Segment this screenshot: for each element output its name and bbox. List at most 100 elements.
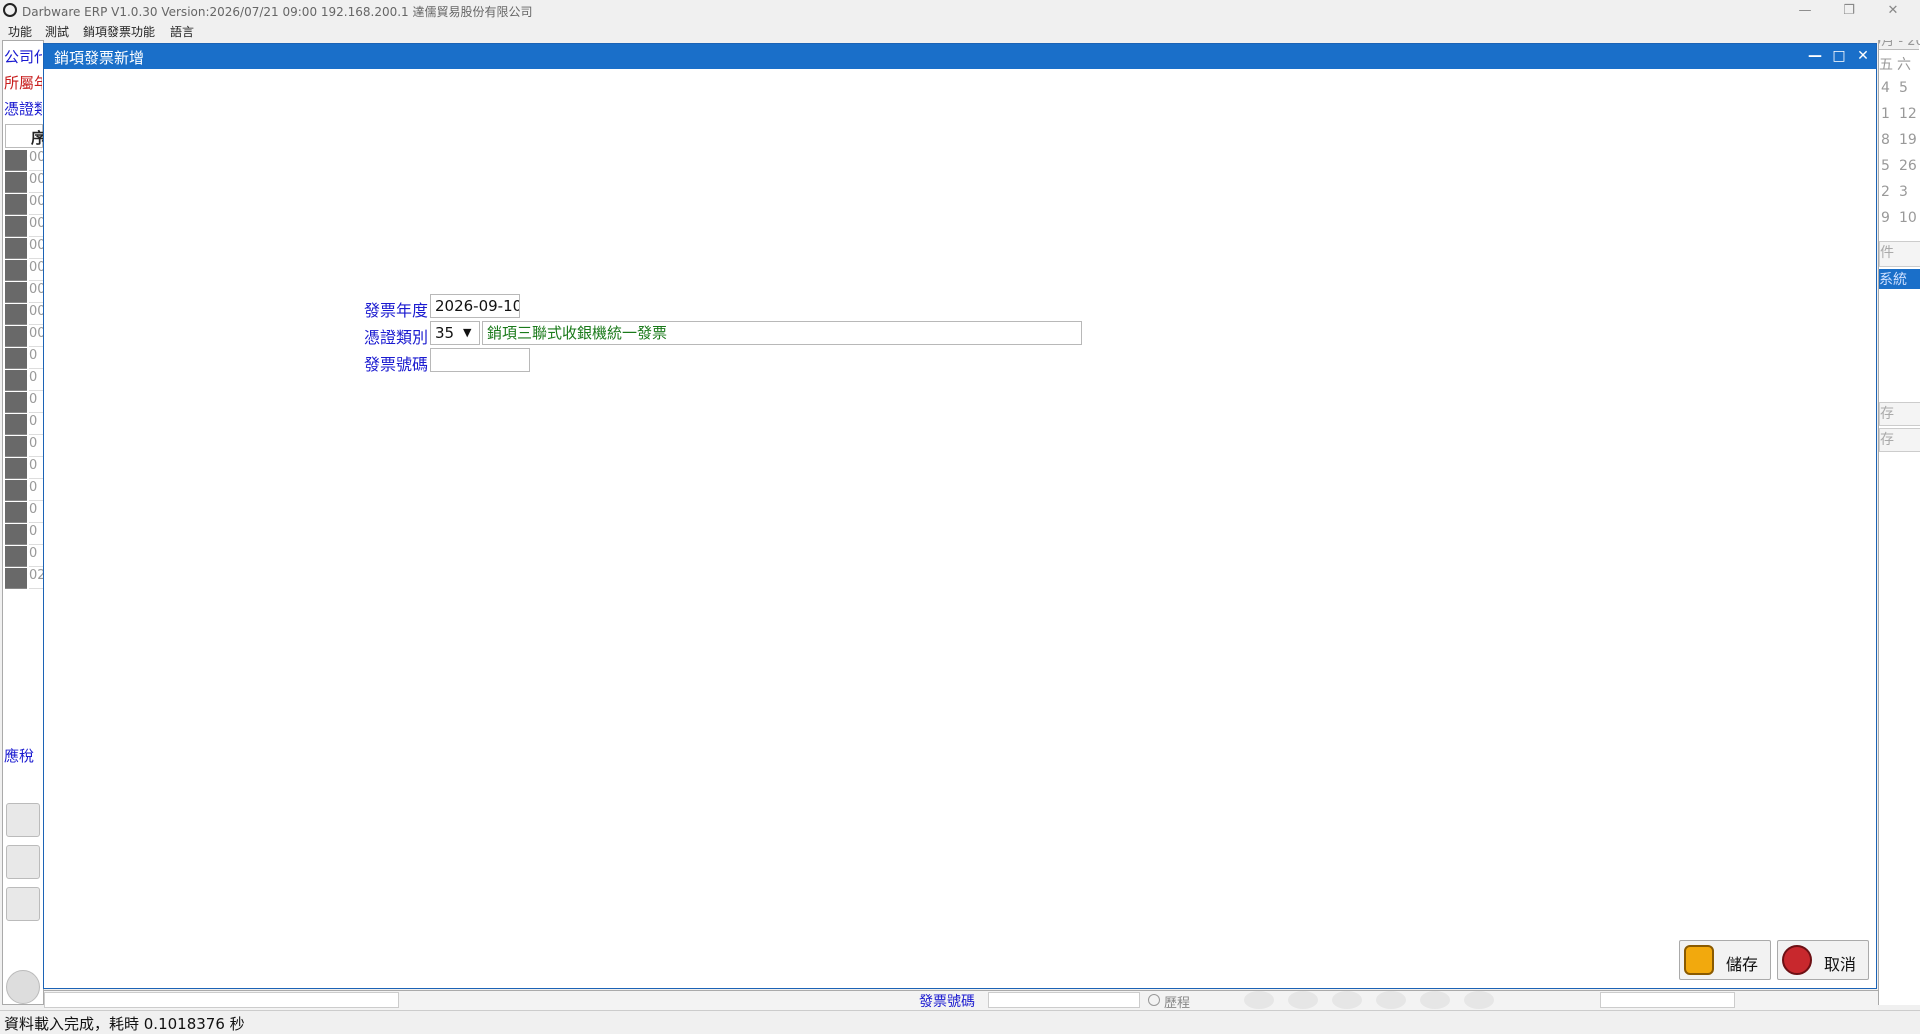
grid-cell[interactable]: 0	[29, 370, 43, 391]
grid-cell[interactable]: 00	[29, 150, 43, 171]
voucher-type-label: 憑證類	[4, 100, 42, 118]
calendar-day[interactable]: 19	[1899, 132, 1917, 148]
grid-cell[interactable]: 00	[29, 172, 43, 193]
window-restore-button[interactable]: ❐	[1834, 2, 1864, 20]
save-button[interactable]: 儲存	[1679, 940, 1771, 980]
nav-last-button[interactable]	[1420, 991, 1450, 1009]
grid-row-selector[interactable]	[5, 546, 27, 567]
grid-cell[interactable]: 0	[29, 348, 43, 369]
grid-cell[interactable]: 00	[29, 260, 43, 281]
calendar-day[interactable]: 10	[1899, 210, 1917, 226]
calendar-day[interactable]: 8	[1881, 132, 1890, 148]
grid-row-selector[interactable]	[5, 260, 27, 281]
scroll-up-button[interactable]	[6, 970, 40, 1004]
status-bar: 資料載入完成，耗時 0.1018376 秒	[0, 1010, 1920, 1033]
grid-row-selector[interactable]	[5, 568, 27, 589]
grid-row-selector[interactable]	[5, 194, 27, 215]
folder-button[interactable]	[6, 887, 40, 921]
grid-cell[interactable]: 0	[29, 524, 43, 545]
grid-row-selector[interactable]	[5, 414, 27, 435]
save-button-label: 儲存	[1726, 955, 1759, 974]
grid-cell[interactable]: 0	[29, 414, 43, 435]
grid-cell[interactable]: 0	[29, 502, 43, 523]
voucher-type-field-label: 憑證類別	[364, 328, 429, 347]
grid-row-selector[interactable]	[5, 238, 27, 259]
invoice-year-label: 發票年度	[364, 301, 429, 320]
grid-row-selector[interactable]	[5, 348, 27, 369]
bottom-combo[interactable]	[44, 992, 399, 1008]
grid-row-selector[interactable]	[5, 480, 27, 501]
grid-cell[interactable]: 00	[29, 282, 43, 303]
calendar-day[interactable]: 12	[1899, 106, 1917, 122]
grid-cell[interactable]: 0	[29, 392, 43, 413]
invoice-add-dialog: 銷項發票新增 — □ ✕ 發票年度 2026-09-10 憑證類別 35 ▼ 銷…	[43, 43, 1877, 989]
chevron-down-icon: ▼	[463, 326, 472, 339]
edit-document-button[interactable]	[6, 803, 40, 837]
invoice-number-input[interactable]	[430, 348, 530, 372]
calendar-header: 9月 - 2026	[1879, 40, 1920, 50]
grid-row-selector[interactable]	[5, 172, 27, 193]
grid-row-selector[interactable]	[5, 392, 27, 413]
grid-row-selector[interactable]	[5, 458, 27, 479]
taxable-label: 應稅	[4, 747, 35, 765]
invoice-year-input[interactable]: 2026-09-10	[430, 294, 520, 318]
nav-prev-button[interactable]	[1288, 991, 1318, 1009]
grid-cell[interactable]: 02	[29, 568, 43, 589]
grid-cell[interactable]: 00	[29, 238, 43, 259]
dialog-minimize-button[interactable]: —	[1804, 46, 1826, 66]
grid-row-selector[interactable]	[5, 524, 27, 545]
grid-cell[interactable]: 00	[29, 194, 43, 215]
stamp-button[interactable]	[6, 845, 40, 879]
menu-item-test[interactable]: 測試	[45, 23, 69, 40]
cancel-button[interactable]: 取消	[1777, 940, 1869, 980]
cancel-button-label: 取消	[1824, 955, 1857, 974]
window-minimize-button[interactable]: —	[1790, 2, 1820, 20]
right-button-system[interactable]: 系統	[1879, 269, 1920, 289]
window-close-button[interactable]: ✕	[1878, 2, 1908, 20]
voucher-type-select[interactable]: 35 ▼	[430, 321, 480, 345]
bottom-invoice-number-input[interactable]	[988, 992, 1140, 1008]
grid-cell[interactable]: 0	[29, 458, 43, 479]
dialog-maximize-button[interactable]: □	[1828, 46, 1850, 66]
grid-row-selector[interactable]	[5, 502, 27, 523]
calendar-day[interactable]: 5	[1881, 158, 1890, 174]
right-button-1[interactable]: 件	[1879, 241, 1920, 267]
grid-cell[interactable]: 00	[29, 304, 43, 325]
history-radio[interactable]	[1148, 994, 1160, 1006]
invoice-number-label: 發票號碼	[364, 355, 429, 374]
grid-row-selector[interactable]	[5, 326, 27, 347]
bottom-right-combo[interactable]	[1600, 992, 1735, 1008]
grid-row-selector[interactable]	[5, 282, 27, 303]
nav-next-button[interactable]	[1376, 991, 1406, 1009]
right-button-save-2[interactable]: 存	[1879, 428, 1920, 452]
calendar-day[interactable]: 26	[1899, 158, 1917, 174]
grid-row-selector[interactable]	[5, 436, 27, 457]
year-label: 所屬年	[4, 74, 42, 92]
calendar-day[interactable]: 4	[1881, 80, 1890, 96]
calendar-day[interactable]: 5	[1899, 80, 1908, 96]
grid-row-selector[interactable]	[5, 304, 27, 325]
grid-row-selector[interactable]	[5, 150, 27, 171]
menu-item-function[interactable]: 功能	[8, 23, 32, 40]
menu-item-language[interactable]: 語言	[170, 23, 194, 40]
dialog-close-button[interactable]: ✕	[1852, 46, 1874, 66]
right-button-save-1[interactable]: 存	[1879, 402, 1920, 426]
menu-item-invoice-functions[interactable]: 銷項發票功能	[83, 23, 155, 40]
calendar-day[interactable]: 3	[1899, 184, 1908, 200]
calendar-day[interactable]: 2	[1881, 184, 1890, 200]
grid-row-selector[interactable]	[5, 370, 27, 391]
nav-help-button[interactable]	[1464, 991, 1494, 1009]
app-logo-icon	[3, 3, 17, 17]
grid-cell[interactable]: 00	[29, 326, 43, 347]
grid-cell[interactable]: 0	[29, 436, 43, 457]
calendar-day[interactable]: 9	[1881, 210, 1890, 226]
grid-row-selector[interactable]	[5, 216, 27, 237]
grid-cell[interactable]: 0	[29, 480, 43, 501]
grid-cell[interactable]: 00	[29, 216, 43, 237]
grid-cell[interactable]: 0	[29, 546, 43, 567]
grid-header: 序	[5, 124, 46, 148]
nav-first-button[interactable]	[1244, 991, 1274, 1009]
background-right-panel: 9月 - 2026 五 六 4511281952623910 件 系統 存 存	[1878, 40, 1920, 1005]
calendar-day[interactable]: 1	[1881, 106, 1890, 122]
nav-home-button[interactable]	[1332, 991, 1362, 1009]
